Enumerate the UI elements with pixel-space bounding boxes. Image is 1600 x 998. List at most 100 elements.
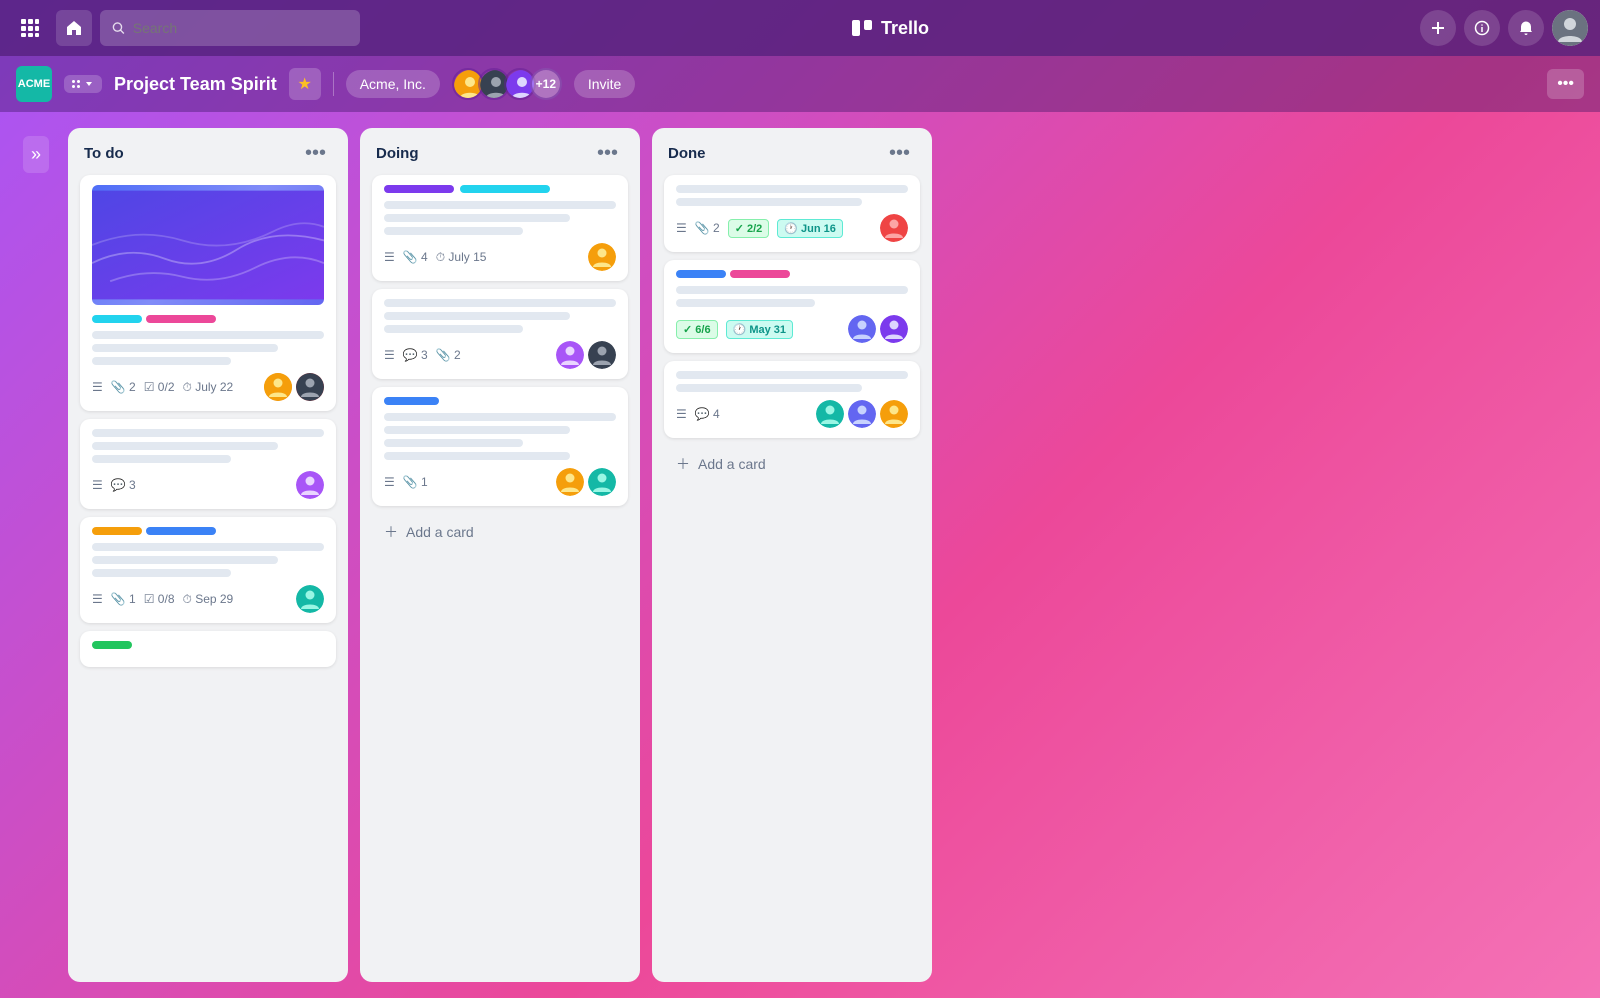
card-avatar	[556, 341, 584, 369]
card-lines	[676, 286, 908, 307]
card-avatar	[880, 400, 908, 428]
todo-card-2[interactable]: ☰ 💬 3	[80, 419, 336, 509]
column-done-title: Done	[668, 145, 706, 162]
card-meta: ☰ 📎 1 ☑ 0/8 ⏱ Sep 29	[92, 585, 324, 613]
card-tag	[92, 527, 142, 535]
board-title: Project Team Spirit	[114, 74, 277, 95]
description-icon: ☰	[676, 407, 687, 421]
search-input[interactable]	[133, 20, 348, 36]
card-tags	[92, 641, 324, 649]
card-avatars	[848, 315, 908, 343]
doing-add-card-button[interactable]: ＋ Add a card	[372, 514, 628, 550]
column-todo: To do •••	[68, 128, 348, 982]
todo-card-4[interactable]	[80, 631, 336, 667]
column-doing: Doing ••• ☰ 📎 4 ⏱ July 15	[360, 128, 640, 982]
workspace-button[interactable]: Acme, Inc.	[346, 70, 440, 98]
workspace-logo: ACME	[16, 66, 52, 102]
comments-icon: 💬 4	[695, 407, 720, 421]
column-done-menu[interactable]: •••	[883, 140, 916, 167]
card-meta: ☰ 📎 2 ✓ 2/2 🕐 Jun 16	[676, 214, 908, 242]
column-doing-title: Doing	[376, 145, 419, 162]
column-todo-menu[interactable]: •••	[299, 140, 332, 167]
done-card-2[interactable]: ✓ 6/6 🕐 May 31	[664, 260, 920, 353]
card-avatars	[556, 341, 616, 369]
card-avatar	[880, 315, 908, 343]
card-lines	[92, 543, 324, 577]
doing-card-bars	[384, 185, 616, 193]
card-avatar	[296, 373, 324, 401]
board-body: » To do •••	[0, 112, 1600, 998]
card-avatar	[588, 243, 616, 271]
board-more-button[interactable]: •••	[1547, 69, 1584, 99]
doing-card-1[interactable]: ☰ 📎 4 ⏱ July 15	[372, 175, 628, 281]
star-button[interactable]: ★	[289, 68, 321, 100]
description-icon: ☰	[92, 478, 103, 492]
done-add-card-button[interactable]: ＋ Add a card	[664, 446, 920, 482]
column-doing-menu[interactable]: •••	[591, 140, 624, 167]
card-lines	[92, 331, 324, 365]
doing-card-3[interactable]: ☰ 📎 1	[372, 387, 628, 506]
done-card-3[interactable]: ☰ 💬 4	[664, 361, 920, 438]
card-avatars	[296, 585, 324, 613]
sidebar-expand-button[interactable]: »	[23, 136, 49, 173]
card-avatar	[880, 214, 908, 242]
notifications-button[interactable]	[1508, 10, 1544, 46]
card-tags	[92, 527, 324, 535]
plus-icon: ＋	[676, 454, 690, 474]
user-avatar[interactable]	[1552, 10, 1588, 46]
sidebar: »	[16, 128, 56, 982]
card-avatar	[848, 315, 876, 343]
todo-card-1[interactable]: ☰ 📎 2 ☑ 0/2 ⏱ July 22	[80, 175, 336, 411]
top-nav: Trello	[0, 0, 1600, 56]
doing-card-2[interactable]: ☰ 💬 3 📎 2	[372, 289, 628, 379]
card-tag	[730, 270, 790, 278]
add-button[interactable]	[1420, 10, 1456, 46]
card-avatars	[880, 214, 908, 242]
separator	[333, 72, 334, 96]
checklist-badge: ✓ 2/2	[728, 219, 770, 238]
card-lines	[676, 185, 908, 206]
card-lines	[384, 299, 616, 333]
column-todo-title: To do	[84, 145, 124, 162]
card-avatars	[588, 243, 616, 271]
card-tag	[92, 315, 142, 323]
invite-button[interactable]: Invite	[574, 70, 635, 98]
description-icon: ☰	[676, 221, 687, 235]
card-avatar	[296, 585, 324, 613]
todo-card-3[interactable]: ☰ 📎 1 ☑ 0/8 ⏱ Sep 29	[80, 517, 336, 623]
card-avatars	[556, 468, 616, 496]
nav-actions	[1420, 10, 1588, 46]
description-icon: ☰	[92, 592, 103, 606]
column-done: Done ••• ☰ 📎 2 ✓ 2/2 🕐 Jun 16	[652, 128, 932, 982]
card-lines	[676, 371, 908, 392]
done-card-1[interactable]: ☰ 📎 2 ✓ 2/2 🕐 Jun 16	[664, 175, 920, 252]
attachments-icon: 📎 4	[403, 250, 428, 264]
description-icon: ☰	[384, 475, 395, 489]
due-date: ⏱ July 15	[436, 250, 487, 265]
search-box[interactable]	[100, 10, 360, 46]
card-avatar	[296, 471, 324, 499]
card-meta: ☰ 📎 4 ⏱ July 15	[384, 243, 616, 271]
description-icon: ☰	[384, 348, 395, 362]
card-tag	[146, 315, 216, 323]
card-avatar	[588, 468, 616, 496]
due-date: ⏱ July 22	[183, 380, 234, 395]
column-todo-header: To do •••	[80, 140, 336, 167]
comments-icon: 💬 3	[403, 348, 428, 362]
attachments-icon: 📎 1	[111, 592, 136, 606]
info-button[interactable]	[1464, 10, 1500, 46]
card-image	[92, 185, 324, 305]
card-avatars	[816, 400, 908, 428]
description-icon: ☰	[384, 250, 395, 264]
card-tag	[676, 270, 726, 278]
card-tag	[146, 527, 216, 535]
apps-button[interactable]	[12, 10, 48, 46]
home-button[interactable]	[56, 10, 92, 46]
checklist-icon: ☑ 0/2	[144, 380, 175, 394]
board-view-dropdown[interactable]	[64, 75, 102, 93]
board-header: ACME Project Team Spirit ★ Acme, Inc.	[0, 56, 1600, 112]
attachments-icon: 📎 2	[695, 221, 720, 235]
due-date: ⏱ Sep 29	[183, 592, 234, 607]
extra-members-count[interactable]: +12	[530, 68, 562, 100]
card-tags	[676, 270, 908, 278]
